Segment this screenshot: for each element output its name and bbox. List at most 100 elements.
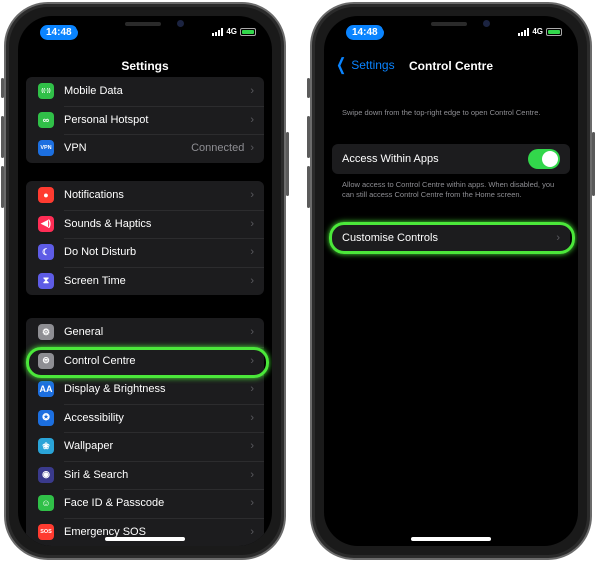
settings-row-label: Screen Time [64,274,126,287]
chevron-right-icon: › [250,326,254,339]
volume-up-button [307,116,310,158]
customise-controls-row[interactable]: Customise Controls › [332,224,570,252]
settings-row-accessibility[interactable]: ✪ Accessibility › [26,403,264,433]
speaker-icon: ◀) [38,215,54,232]
settings-row-face-id-passcode[interactable]: ☺ Face ID & Passcode › [26,489,264,518]
hotspot-icon: ∞ [38,111,54,128]
side-button [286,132,289,196]
sos-icon: SOS [38,523,54,540]
settings-group-notifications: ● Notifications › ◀) Sounds & Haptics › ☾ Do No… [26,181,264,295]
notch [381,16,521,38]
customise-controls-label: Customise Controls [342,232,438,244]
settings-row-label: General [64,326,104,339]
settings-row-label: Face ID & Passcode [64,497,165,510]
settings-row-display-brightness[interactable]: AA Display & Brightness › [26,375,264,404]
signal-icon [212,27,224,36]
access-within-apps-row: Access Within Apps [332,144,570,174]
volume-down-button [1,166,4,208]
settings-row-label: VPN [64,142,87,155]
chevron-right-icon: › [250,189,254,202]
settings-row-siri-search[interactable]: ◉ Siri & Search › [26,460,264,490]
chevron-right-icon: › [250,274,254,287]
settings-row-label: Siri & Search [64,468,129,481]
moon-icon: ☾ [38,244,54,261]
battery-icon [546,27,562,36]
page-title: Control Centre [409,59,493,73]
settings-row-control-centre[interactable]: ⊜ Control Centre › [26,346,264,376]
chevron-right-icon: › [250,354,254,367]
settings-row-value: Connected [191,142,245,155]
intro-description: Swipe down from the top-right edge to op… [342,108,541,117]
settings-row-vpn[interactable]: VPN VPN Connected › [26,134,264,163]
chevron-right-icon: › [250,217,254,230]
customise-controls-group: Customise Controls › [332,224,570,252]
chevron-right-icon: › [250,440,254,453]
settings-row-wallpaper[interactable]: ❀ Wallpaper › [26,432,264,461]
settings-row-label: Mobile Data [64,85,123,98]
notifications-icon: ● [38,187,54,204]
home-indicator[interactable] [411,537,491,541]
settings-row-emergency-sos[interactable]: SOS Emergency SOS › [26,517,264,547]
access-description: Allow access to Control Centre within ap… [342,180,555,199]
settings-row-mobile-data[interactable]: ((·)) Mobile Data › [26,77,264,106]
settings-row-label: Notifications [64,189,124,202]
vpn-icon: VPN [38,140,54,157]
settings-row-personal-hotspot[interactable]: ∞ Personal Hotspot › [26,105,264,135]
gear-icon: ⚙ [38,324,54,341]
accessibility-icon: ✪ [38,409,54,426]
status-time: 14:48 [346,25,384,40]
notch [75,16,215,38]
settings-row-label: Display & Brightness [64,383,166,396]
settings-row-label: Wallpaper [64,440,114,453]
flower-icon: ❀ [38,438,54,455]
settings-row-sounds-haptics[interactable]: ◀) Sounds & Haptics › [26,209,264,239]
settings-row-label: Personal Hotspot [64,113,149,126]
settings-screen: 14:48 4G Settings ((·)) Mobile Data › ∞ Pers… [18,16,272,546]
network-type: 4G [226,27,237,36]
settings-row-screen-time[interactable]: ⧗ Screen Time › [26,266,264,296]
side-button [592,132,595,196]
settings-row-label: Do Not Disturb [64,246,137,259]
access-within-apps-group: Access Within Apps [332,144,570,174]
signal-icon [518,27,530,36]
chevron-right-icon: › [250,113,254,126]
silent-switch [1,78,4,98]
chevron-right-icon: › [250,142,254,155]
text-size-icon: AA [38,381,54,398]
siri-icon: ◉ [38,466,54,483]
chevron-right-icon: › [250,468,254,481]
settings-group-general: ⚙ General › ⊜ Control Centre › AA Display & Bri… [26,318,264,546]
battery-icon [240,27,256,36]
status-time: 14:48 [40,25,78,40]
chevron-right-icon: › [250,246,254,259]
volume-up-button [1,116,4,158]
settings-row-do-not-disturb[interactable]: ☾ Do Not Disturb › [26,238,264,267]
face-id-icon: ☺ [38,495,54,512]
access-within-apps-label: Access Within Apps [342,153,439,165]
access-within-apps-toggle[interactable] [528,149,560,169]
settings-group-connectivity: ((·)) Mobile Data › ∞ Personal Hotspot › VPN VP… [26,77,264,163]
silent-switch [307,78,310,98]
home-indicator[interactable] [105,537,185,541]
antenna-icon: ((·)) [38,83,54,100]
right-phone-frame: 14:48 4G ❮ Settings Control Centre Swipe… [307,2,595,560]
chevron-right-icon: › [250,497,254,510]
settings-row-label: Control Centre [64,354,136,367]
settings-row-general[interactable]: ⚙ General › [26,318,264,347]
hourglass-icon: ⧗ [38,272,54,289]
chevron-right-icon: › [250,85,254,98]
toggle-knob [542,151,558,167]
control-centre-screen: 14:48 4G ❮ Settings Control Centre Swipe… [324,16,578,546]
toggles-icon: ⊜ [38,352,54,369]
chevron-right-icon: › [250,383,254,396]
settings-row-notifications[interactable]: ● Notifications › [26,181,264,210]
chevron-right-icon: › [250,411,254,424]
volume-down-button [307,166,310,208]
chevron-right-icon: › [556,232,560,244]
page-title: Settings [121,59,169,73]
settings-row-label: Accessibility [64,411,124,424]
network-type: 4G [532,27,543,36]
chevron-right-icon: › [250,525,254,538]
settings-row-label: Emergency SOS [64,525,146,538]
settings-row-label: Sounds & Haptics [64,217,152,230]
